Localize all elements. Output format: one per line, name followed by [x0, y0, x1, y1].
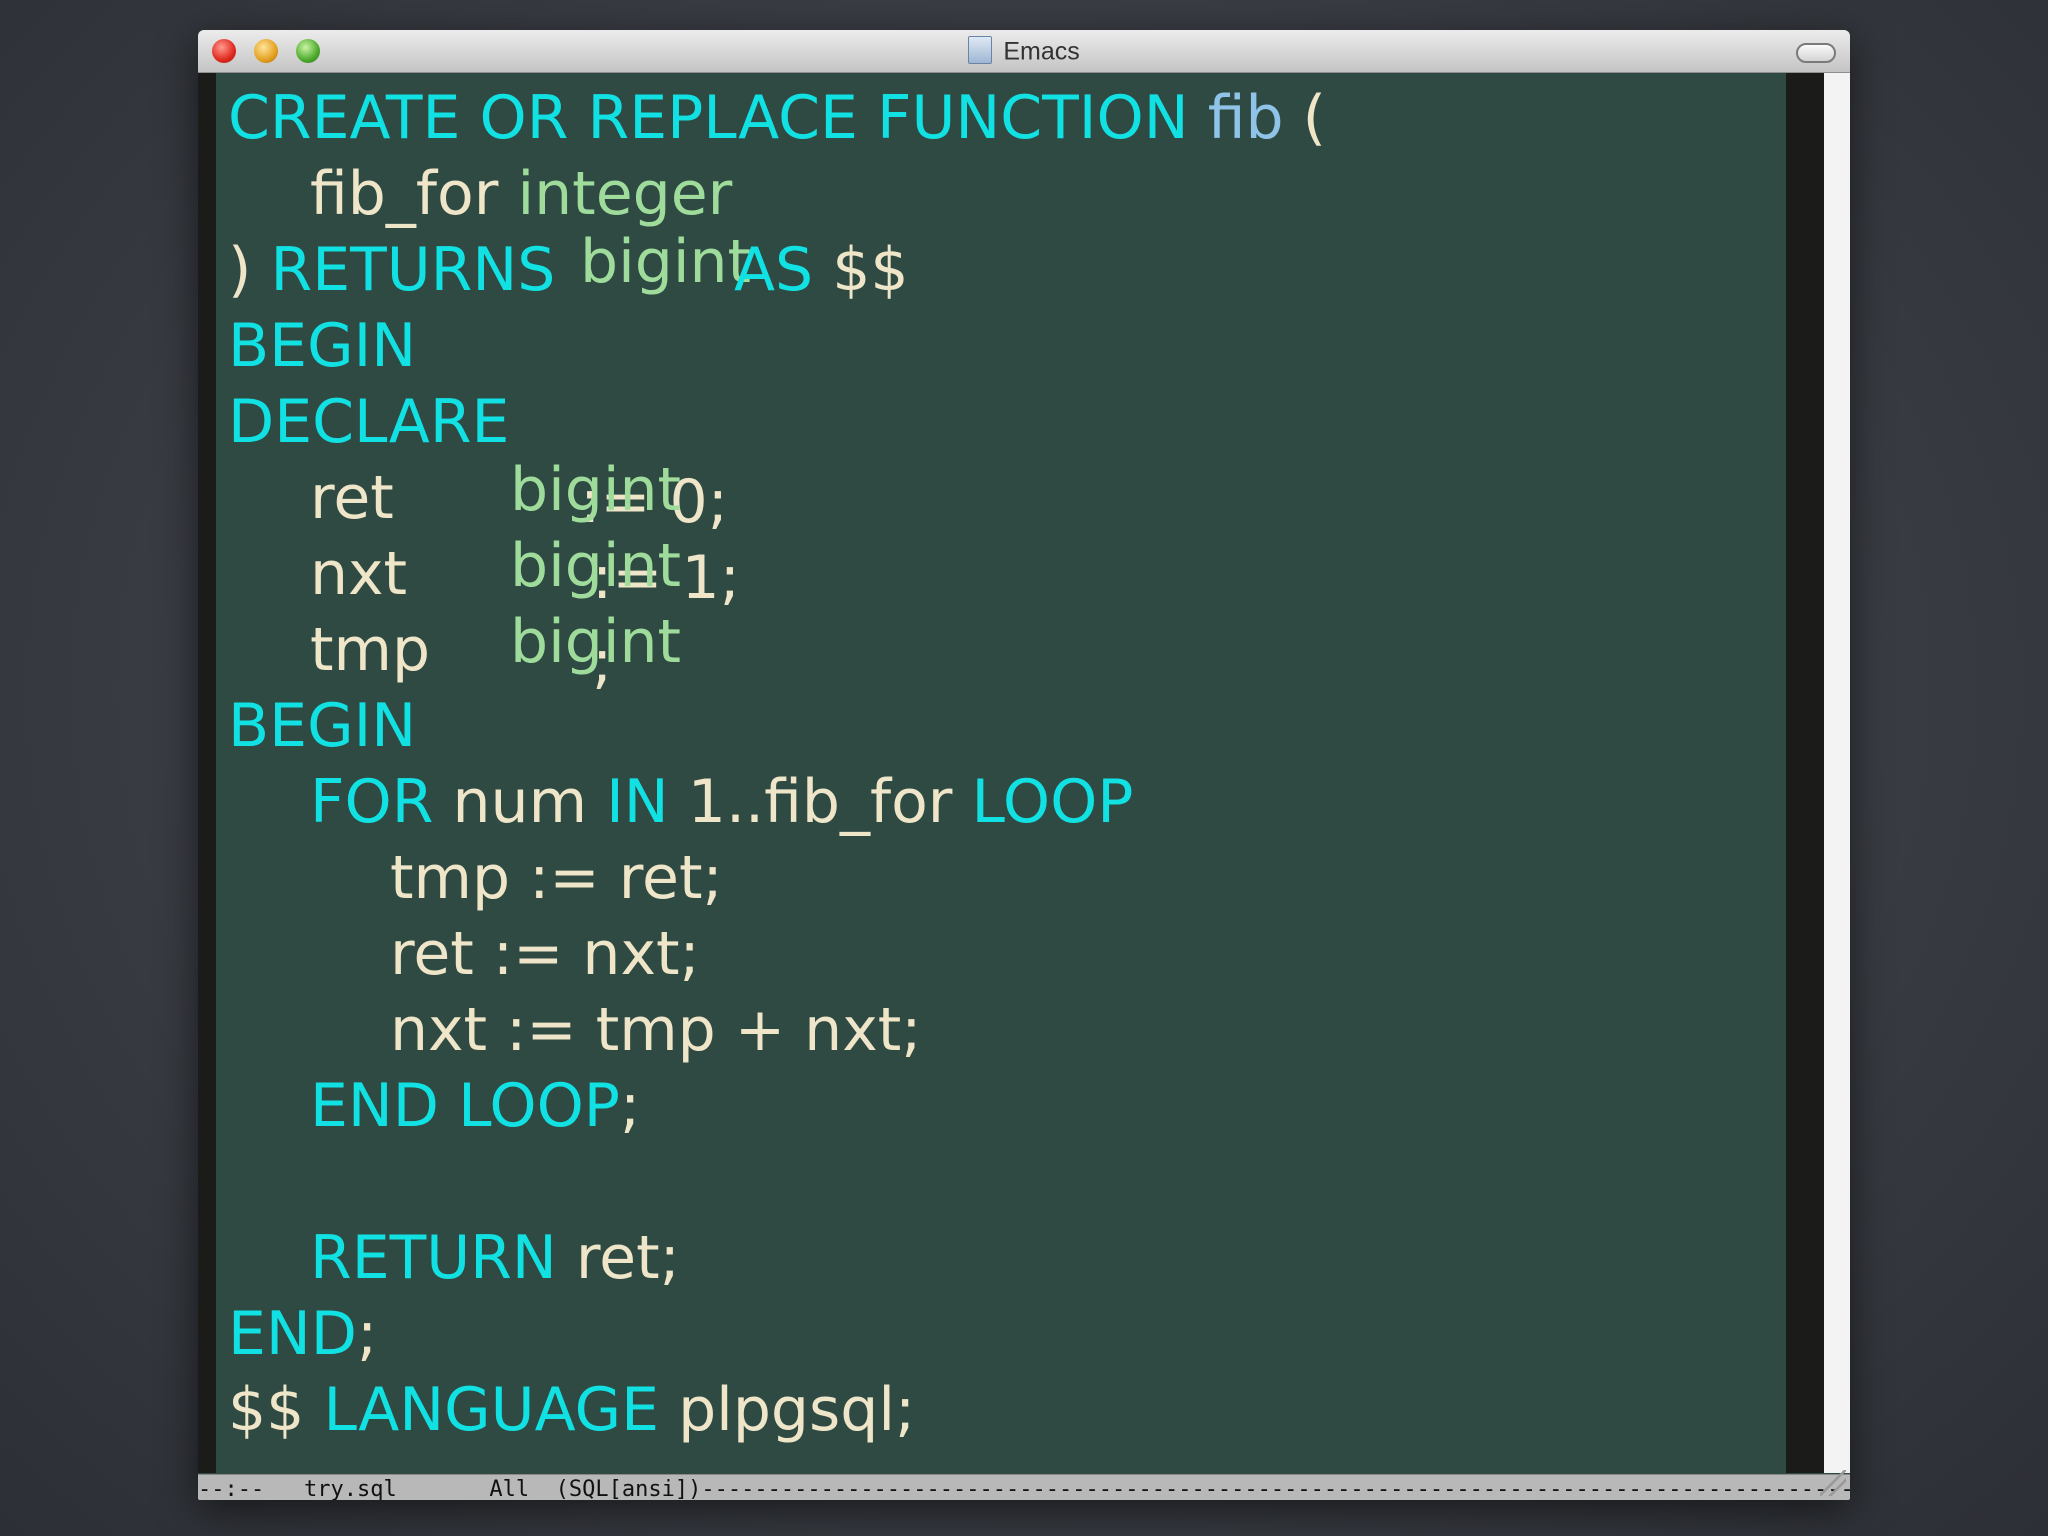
code-line-8-type: bigint — [510, 607, 682, 677]
resize-grip-icon[interactable] — [1820, 1470, 1846, 1496]
code-line-10: FOR num IN 1..fib_for LOOP — [310, 767, 1134, 837]
modeline-position: All — [489, 1477, 530, 1500]
code-line-4: BEGIN — [228, 311, 417, 381]
code-line-13: nxt := tmp + nxt; — [390, 995, 922, 1065]
scrollbar[interactable] — [1786, 73, 1850, 1473]
window-title-area: Emacs — [198, 30, 1850, 72]
code-line-17: END; — [228, 1299, 378, 1369]
modeline-filename: try.sql — [303, 1477, 397, 1500]
emacs-window: Emacs CREATE OR REPLACE FUNCTION fib ( f… — [198, 30, 1850, 1500]
code-line-6-type: bigint — [510, 455, 682, 525]
code-line-3: ) RETURNS — [228, 235, 556, 305]
code-line-18: $$ LANGUAGE plpgsql; — [228, 1375, 916, 1445]
mode-line[interactable]: --:-- try.sql All (SQL[ansi])-----------… — [198, 1474, 1850, 1500]
code-line-8-var: tmp — [310, 615, 431, 685]
modeline-mode: (SQL[ansi]) — [555, 1477, 702, 1500]
code-line-5: DECLARE — [228, 387, 510, 457]
code-line-1: CREATE OR REPLACE FUNCTION fib ( — [228, 83, 1327, 153]
code-line-11: tmp := ret; — [390, 843, 723, 913]
code-line-7-type: bigint — [510, 531, 682, 601]
modeline-status: --:-- — [198, 1477, 265, 1500]
document-icon — [968, 35, 993, 64]
scrollbar-thumb[interactable] — [1824, 73, 1850, 1473]
title-bar[interactable]: Emacs — [198, 30, 1850, 73]
code-line-6-var: ret — [310, 463, 394, 533]
code-line-16: RETURN ret; — [310, 1223, 680, 1293]
window-title: Emacs — [1003, 37, 1080, 66]
code-line-12: ret := nxt; — [390, 919, 700, 989]
code-line-7-var: nxt — [310, 539, 408, 609]
code-line-2: fib_for integer — [310, 159, 733, 229]
toolbar-toggle-button[interactable] — [1796, 43, 1836, 63]
code-line-9: BEGIN — [228, 691, 417, 761]
code-line-3-tail: AS $$ — [734, 235, 909, 305]
code-line-14: END LOOP; — [310, 1071, 641, 1141]
code-line-3-type: bigint — [580, 227, 752, 297]
